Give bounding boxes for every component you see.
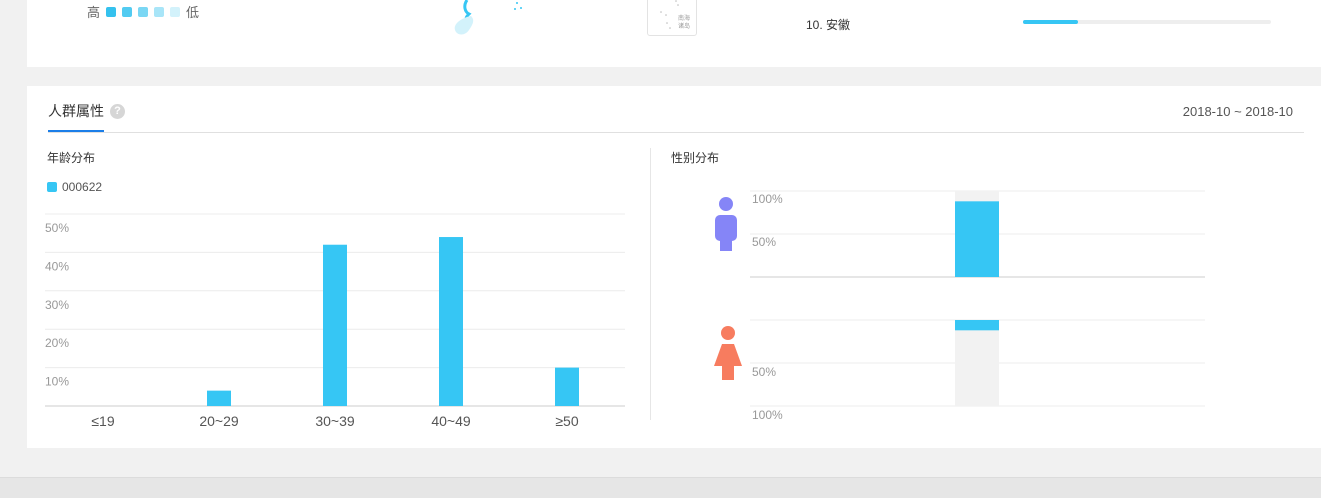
female-bar [955,320,999,331]
page-footer-band [0,477,1321,498]
x-tick-label: 20~29 [199,413,239,429]
rank-item-label: 10. 安徽 [806,18,851,32]
bar [207,390,231,406]
age-section-title: 年龄分布 [47,151,96,165]
x-tick-label: 40~49 [431,413,471,429]
x-tick-label: ≥50 [555,413,578,429]
date-range: 2018-10 ~ 2018-10 [1182,104,1293,119]
male-icon-legs [720,236,732,251]
gender-bar-chart: 100% 50% 50% 100% [714,190,1205,421]
audience-attributes-panel: 人群属性 ? 2018-10 ~ 2018-10 年龄分布 000622 10%… [27,86,1321,448]
y-tick-label: 40% [45,259,69,273]
legend-label: 000622 [62,180,103,194]
bar [439,237,463,406]
map-legend: 高 低 [87,2,199,21]
legend-swatch-1 [106,6,117,17]
male-icon-head [719,197,733,211]
female-icon-dress [714,344,742,366]
gender-section-title: 性别分布 [671,151,720,165]
rank-item-bar [1023,20,1271,24]
y-tick-label: 50% [45,221,69,235]
legend-swatch-4 [154,6,165,17]
tab-audience-attributes[interactable]: 人群属性 ? [48,101,125,121]
question-icon[interactable]: ? [110,103,125,119]
bar [323,244,347,406]
legend-swatch-2 [122,6,133,17]
legend-swatch-5 [170,6,181,17]
x-tick-label: ≤19 [91,413,114,429]
bar [555,367,579,406]
y-tick-label: 50% [752,235,776,249]
tab-label: 人群属性 [48,103,104,119]
y-tick-label: 20% [45,336,69,350]
legend-swatch [47,182,57,192]
age-bar-chart: 10% 20% 30% 40% 50% ≤19 20~29 30~39 40~49 ≥50 [45,213,625,429]
map-panel: 高 低 南海诸岛 10. 安徽 [27,0,1321,67]
y-tick-label: 100% [752,192,783,206]
female-icon [714,326,742,380]
male-bar [955,201,999,277]
china-map-fragment [454,0,522,35]
x-tick-label: 30~39 [315,413,355,429]
inset-label: 南海诸岛 [678,16,691,30]
female-bar-track [955,320,999,406]
y-tick-label: 30% [45,298,69,312]
header-divider [48,132,1304,133]
male-icon [715,197,737,251]
age-legend[interactable]: 000622 [47,180,102,194]
section-divider [650,148,651,420]
rank-item-bar-fill [1023,20,1078,24]
y-tick-label: 100% [752,408,783,421]
y-tick-label: 10% [45,375,69,389]
legend-swatch-3 [138,6,149,17]
south-sea-inset: 南海诸岛 [647,0,697,36]
legend-high-label: 高 [87,5,101,20]
y-tick-label: 50% [752,365,776,379]
female-icon-legs [722,366,734,380]
legend-low-label: 低 [186,5,200,20]
female-icon-head [721,326,735,340]
